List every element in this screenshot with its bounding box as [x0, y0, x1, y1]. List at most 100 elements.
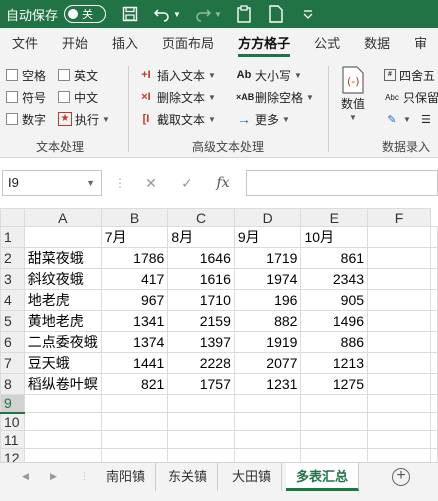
cell[interactable]: [300, 430, 369, 449]
row-header[interactable]: 10: [0, 412, 25, 431]
cell[interactable]: [367, 448, 431, 462]
column-header-d[interactable]: D: [233, 208, 302, 227]
cell[interactable]: [233, 430, 302, 449]
cut-text-button[interactable]: [I 截取文本 ▼: [138, 110, 216, 128]
cell[interactable]: [367, 352, 431, 374]
cell[interactable]: [100, 448, 169, 462]
tab-page-layout[interactable]: 页面布局: [150, 28, 226, 60]
add-sheet-icon[interactable]: +: [392, 468, 410, 486]
checkbox-english[interactable]: 英文: [58, 66, 98, 84]
row-header[interactable]: 8: [0, 373, 25, 395]
name-box[interactable]: I9 ▼: [2, 170, 102, 196]
cell[interactable]: 1646: [167, 247, 235, 269]
cell[interactable]: 1275: [300, 373, 369, 395]
customize-toolbar-icon[interactable]: [298, 4, 318, 24]
cell[interactable]: [300, 394, 369, 413]
cell[interactable]: 1974: [233, 268, 302, 290]
cell[interactable]: [167, 394, 235, 413]
checkbox-space[interactable]: 空格: [6, 66, 46, 84]
cell[interactable]: 886: [300, 331, 369, 353]
row-header[interactable]: 6: [0, 331, 25, 353]
data-entry-tools-button[interactable]: ✎ ▼ ☰: [384, 110, 434, 128]
next-sheet-icon[interactable]: ▶: [50, 471, 57, 482]
formula-input[interactable]: [246, 170, 438, 196]
cell[interactable]: 甜菜夜蛾: [23, 247, 102, 269]
cell[interactable]: [233, 412, 302, 431]
cell[interactable]: [233, 394, 302, 413]
cell[interactable]: [367, 331, 431, 353]
new-file-icon[interactable]: [266, 4, 286, 24]
cell[interactable]: 1496: [300, 310, 369, 332]
cell[interactable]: 1441: [100, 352, 169, 374]
cell[interactable]: [23, 412, 102, 431]
cell[interactable]: 1397: [167, 331, 235, 353]
tab-data[interactable]: 数据: [352, 28, 402, 60]
cell[interactable]: 196: [233, 289, 302, 311]
cell[interactable]: [300, 448, 369, 462]
tab-review[interactable]: 审: [402, 28, 427, 60]
column-header-c[interactable]: C: [167, 208, 235, 227]
cell[interactable]: [23, 448, 102, 462]
column-header-f[interactable]: F: [367, 208, 431, 227]
cell[interactable]: 黄地老虎: [23, 310, 102, 332]
cell[interactable]: [167, 430, 235, 449]
tab-file[interactable]: 文件: [0, 28, 50, 60]
cell[interactable]: [430, 331, 438, 353]
cell[interactable]: [367, 412, 431, 431]
row-header[interactable]: 3: [0, 268, 25, 290]
cell[interactable]: 882: [233, 310, 302, 332]
cell[interactable]: [367, 226, 431, 248]
more-button[interactable]: → 更多 ▼: [236, 110, 290, 128]
cell[interactable]: [430, 394, 438, 413]
cell[interactable]: 821: [100, 373, 169, 395]
cell[interactable]: 2159: [167, 310, 235, 332]
cell[interactable]: 1919: [233, 331, 302, 353]
cell[interactable]: 1616: [167, 268, 235, 290]
cell[interactable]: [430, 289, 438, 311]
row-header[interactable]: 2: [0, 247, 25, 269]
cell[interactable]: [233, 448, 302, 462]
cell[interactable]: 967: [100, 289, 169, 311]
select-all-corner[interactable]: [0, 208, 25, 227]
cell[interactable]: [430, 412, 438, 431]
cell[interactable]: 2077: [233, 352, 302, 374]
undo-icon[interactable]: [152, 4, 172, 24]
confirm-icon[interactable]: ✓: [176, 172, 198, 194]
cell[interactable]: [367, 310, 431, 332]
cell[interactable]: 905: [300, 289, 369, 311]
chevron-down-icon[interactable]: ▼: [86, 171, 95, 195]
cell[interactable]: [100, 412, 169, 431]
cell[interactable]: 2343: [300, 268, 369, 290]
cell[interactable]: [23, 394, 102, 413]
checkbox-number[interactable]: 数字: [6, 110, 46, 128]
cell[interactable]: [430, 310, 438, 332]
column-header-a[interactable]: A: [23, 208, 102, 227]
redo-icon[interactable]: [193, 4, 213, 24]
insert-text-button[interactable]: +I 插入文本 ▼: [138, 66, 216, 84]
cell[interactable]: [100, 394, 169, 413]
clipboard-icon[interactable]: [234, 4, 254, 24]
cell[interactable]: [100, 430, 169, 449]
cell[interactable]: 1719: [233, 247, 302, 269]
redo-dropdown-icon[interactable]: ▼: [214, 10, 222, 19]
cell[interactable]: [430, 373, 438, 395]
tab-fangfang[interactable]: 方方格子: [226, 28, 302, 60]
cell[interactable]: [430, 448, 438, 462]
cell[interactable]: [167, 412, 235, 431]
cell[interactable]: [367, 289, 431, 311]
cell[interactable]: [430, 352, 438, 374]
cell[interactable]: 1786: [100, 247, 169, 269]
cell[interactable]: [367, 394, 431, 413]
cell[interactable]: [367, 268, 431, 290]
cell[interactable]: 861: [300, 247, 369, 269]
cell[interactable]: 2228: [167, 352, 235, 374]
cell[interactable]: 稻纵卷叶螟: [23, 373, 102, 395]
cell[interactable]: 1374: [100, 331, 169, 353]
row-header[interactable]: 12: [0, 448, 25, 462]
tab-home[interactable]: 开始: [50, 28, 100, 60]
row-header[interactable]: 1: [0, 226, 25, 248]
undo-dropdown-icon[interactable]: ▼: [173, 10, 181, 19]
cell[interactable]: [430, 247, 438, 269]
cell[interactable]: [367, 373, 431, 395]
column-header-b[interactable]: B: [100, 208, 169, 227]
